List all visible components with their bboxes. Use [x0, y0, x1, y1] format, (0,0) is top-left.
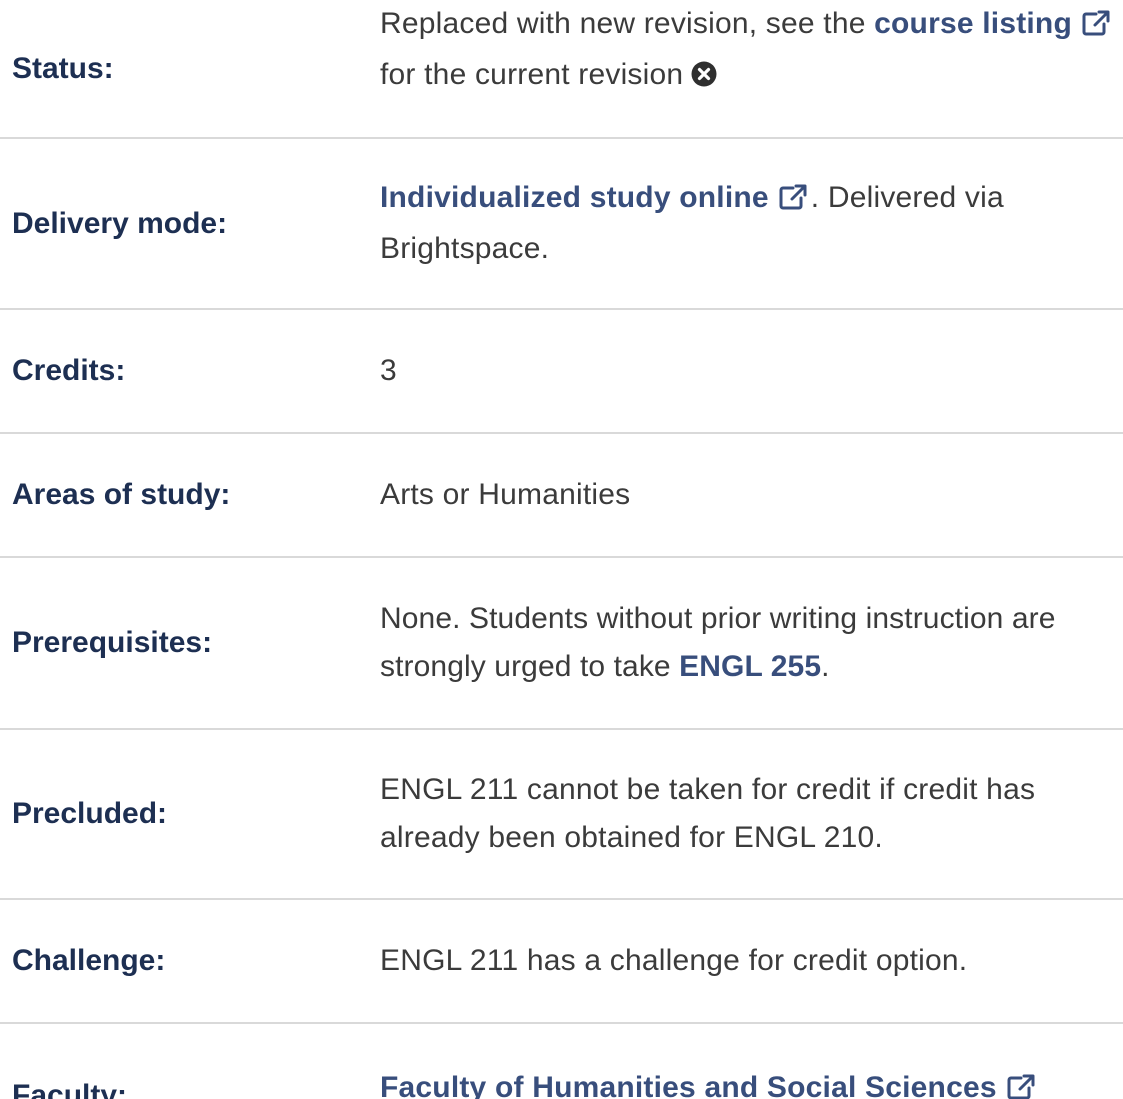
credits-value: 3 [380, 354, 397, 387]
credits-label: Credits: [12, 354, 126, 387]
faculty-row: Faculty: Faculty of Humanities and Socia… [0, 1024, 1123, 1099]
faculty-value: Faculty of Humanities and Social Science… [380, 1064, 1123, 1099]
credits-row: Credits: 3 [0, 310, 1123, 434]
prerequisites-row: Prerequisites: None. Students without pr… [0, 558, 1123, 730]
course-details-table: Status: Replaced with new revision, see … [0, 0, 1123, 1099]
course-listing-link[interactable]: course listing [874, 7, 1072, 40]
times-circle-icon [691, 54, 717, 102]
prerequisites-text-after: . [821, 650, 830, 683]
precluded-row: Precluded: ENGL 211 cannot be taken for … [0, 730, 1123, 900]
status-value: Replaced with new revision, see the cour… [380, 0, 1123, 102]
individualized-study-link[interactable]: Individualized study online [380, 181, 769, 214]
precluded-value: ENGL 211 cannot be taken for credit if c… [380, 773, 1036, 854]
delivery-mode-row: Delivery mode: Individualized study onli… [0, 139, 1123, 310]
engl-255-link[interactable]: ENGL 255 [679, 650, 821, 683]
status-text-after: for the current revision [380, 57, 684, 91]
delivery-mode-label: Delivery mode: [12, 206, 228, 240]
areas-of-study-label: Areas of study: [12, 478, 231, 511]
prerequisites-value: None. Students without prior writing ins… [380, 595, 1123, 691]
areas-of-study-row: Areas of study: Arts or Humanities [0, 434, 1123, 558]
challenge-label: Challenge: [12, 944, 166, 977]
challenge-row: Challenge: ENGL 211 has a challenge for … [0, 900, 1123, 1024]
challenge-value: ENGL 211 has a challenge for credit opti… [380, 944, 968, 977]
status-row: Status: Replaced with new revision, see … [0, 0, 1123, 139]
external-link-icon[interactable] [1082, 3, 1110, 51]
faculty-label: Faculty: [12, 1079, 128, 1099]
areas-of-study-value: Arts or Humanities [380, 478, 631, 511]
faculty-link[interactable]: Faculty of Humanities and Social Science… [380, 1071, 997, 1099]
prerequisites-label: Prerequisites: [12, 626, 213, 659]
precluded-label: Precluded: [12, 797, 168, 830]
status-text-before: Replaced with new revision, see the [380, 6, 875, 40]
delivery-mode-value: Individualized study online. Delivered v… [380, 174, 1123, 273]
status-label: Status: [12, 51, 114, 85]
external-link-icon[interactable] [779, 177, 807, 225]
external-link-icon[interactable] [1007, 1067, 1035, 1099]
